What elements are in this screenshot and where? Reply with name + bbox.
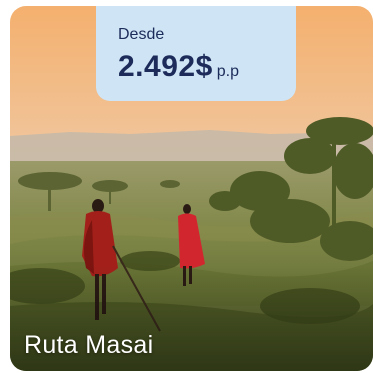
price-amount: 2.492$ bbox=[118, 50, 213, 83]
price-badge: Desde 2.492$ p.p bbox=[96, 6, 296, 101]
price-from-label: Desde bbox=[118, 26, 165, 43]
price-unit: p.p bbox=[216, 63, 240, 80]
price-line: 2.492$ p.p bbox=[118, 50, 296, 84]
tour-card[interactable]: Desde 2.492$ p.p Ruta Masai bbox=[10, 6, 373, 371]
tour-title: Ruta Masai bbox=[24, 331, 154, 359]
